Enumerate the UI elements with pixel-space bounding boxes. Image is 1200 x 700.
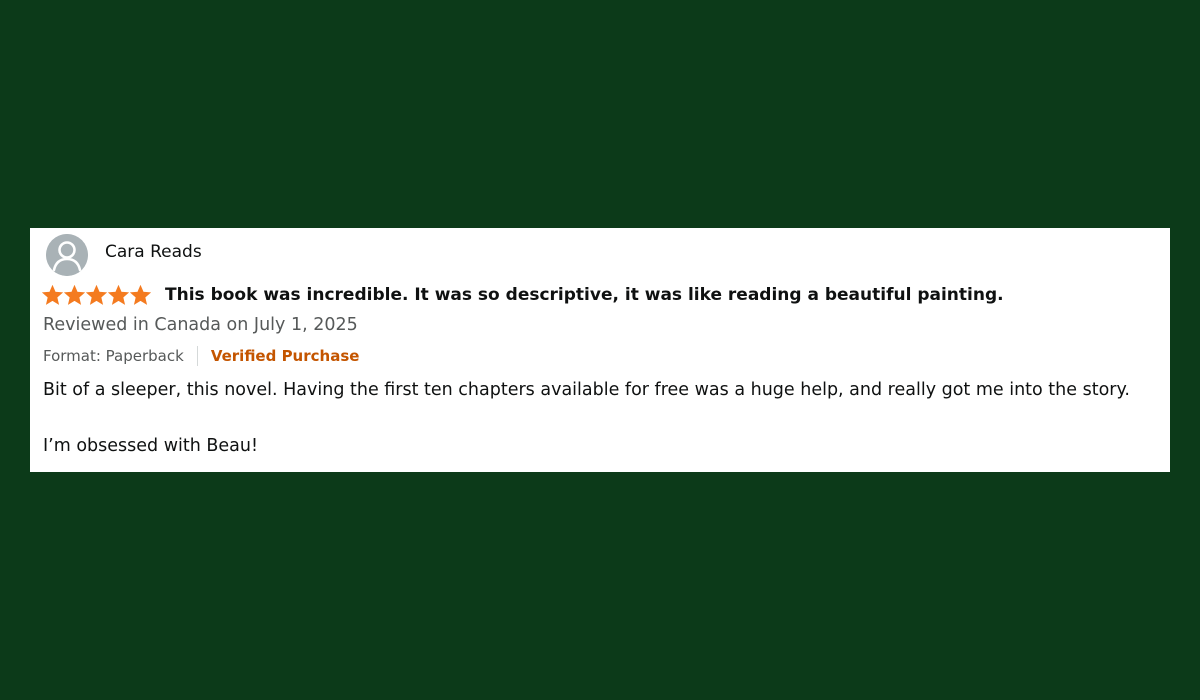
star-icon: [64, 285, 85, 305]
format-label[interactable]: Format: Paperback: [43, 347, 184, 365]
review-body: Bit of a sleeper, this novel. Having the…: [43, 378, 1130, 458]
star-rating: [42, 285, 151, 305]
review-card: Cara Reads This book was incredible. It …: [30, 228, 1170, 472]
review-body-paragraph: I’m obsessed with Beau!: [43, 436, 258, 456]
format-row: Format: Paperback Verified Purchase: [43, 346, 359, 366]
divider: [196, 346, 198, 366]
review-title[interactable]: This book was incredible. It was so desc…: [165, 285, 1004, 305]
verified-purchase-badge: Verified Purchase: [210, 347, 360, 365]
star-icon: [42, 285, 63, 305]
star-icon: [108, 285, 129, 305]
avatar-icon: [46, 234, 88, 276]
rating-and-title-row: This book was incredible. It was so desc…: [42, 285, 1004, 305]
reviewer-name[interactable]: Cara Reads: [105, 242, 202, 262]
review-body-paragraph: Bit of a sleeper, this novel. Having the…: [43, 380, 1130, 400]
review-date-location: Reviewed in Canada on July 1, 2025: [43, 315, 358, 335]
star-icon: [86, 285, 107, 305]
star-icon: [130, 285, 151, 305]
